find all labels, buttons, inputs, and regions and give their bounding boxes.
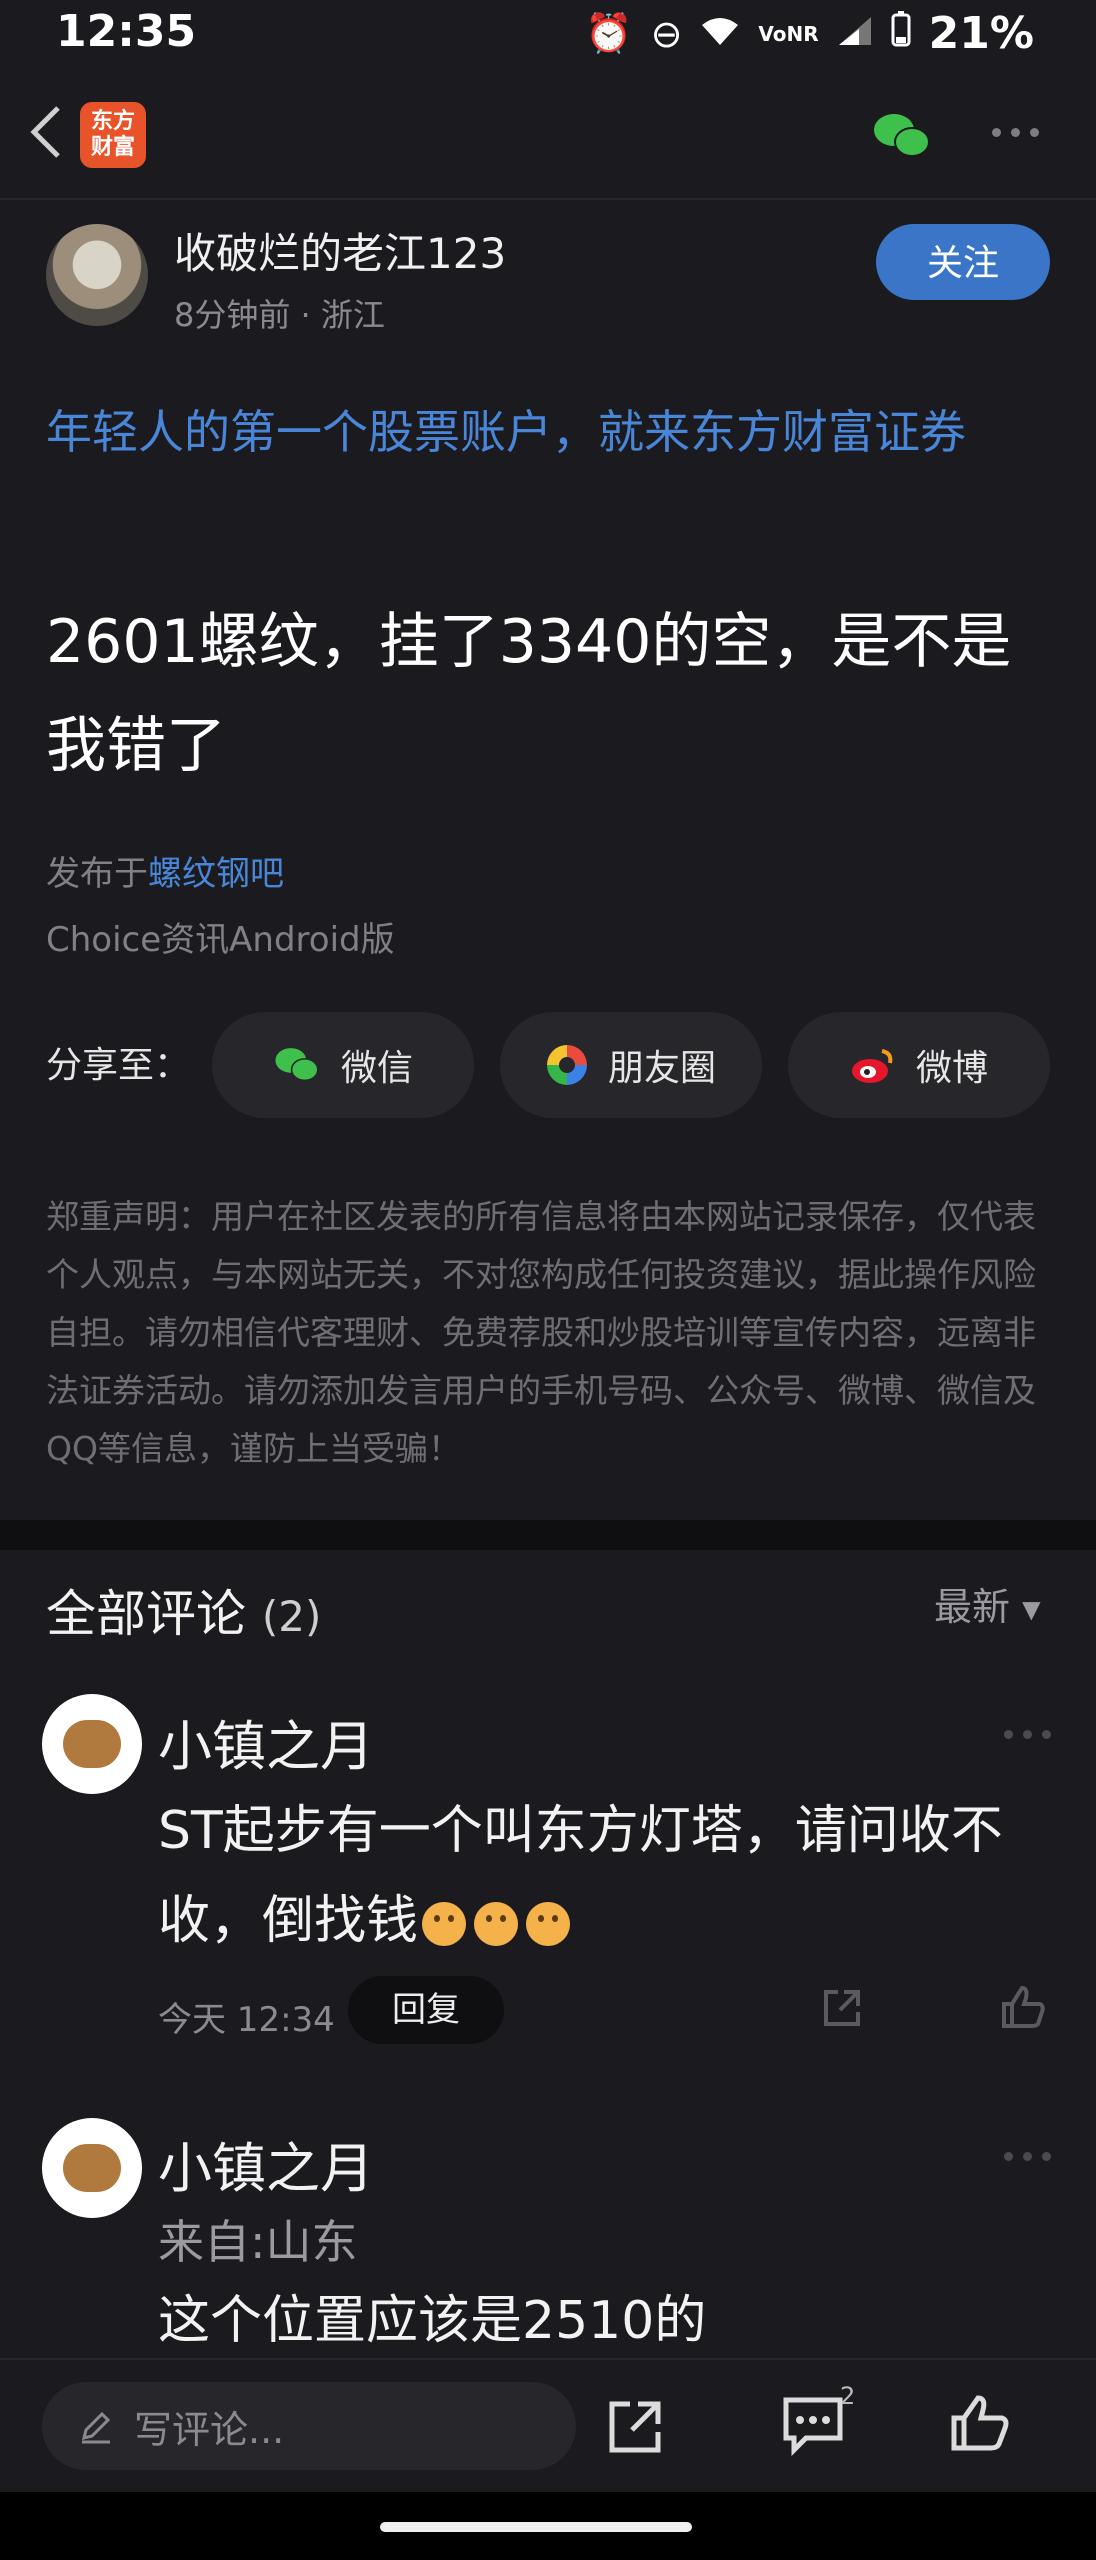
smile-emoji-icon <box>422 1902 467 1946</box>
share-weibo-label: 微博 <box>915 1048 988 1089</box>
weibo-icon <box>851 1049 893 1083</box>
battery-icon <box>891 11 911 56</box>
author-avatar[interactable] <box>46 224 148 326</box>
comments-title-label: 全部评论 <box>46 1585 246 1643</box>
status-bar: 12:35 ⏰ ⊖ VoNR 21% <box>0 0 1096 66</box>
disclaimer-text: 郑重声明：用户在社区发表的所有信息将由本网站记录保存，仅代表个人观点，与本网站无… <box>46 1197 1036 1468</box>
published-in: 发布于螺纹钢吧 <box>46 846 284 895</box>
comments-title: 全部评论 (2) <box>46 1574 321 1646</box>
moments-icon <box>546 1045 587 1085</box>
wifi-icon <box>700 12 740 56</box>
comment-time: 今天 12:34 <box>158 2000 335 2040</box>
wechat-icon <box>275 1048 319 1082</box>
comment-text: ST起步有一个叫东方灯塔，请问收不收，倒找钱 <box>158 1801 1003 1951</box>
share-weibo-button[interactable]: 微博 <box>788 1012 1050 1118</box>
pencil-icon <box>81 2411 111 2444</box>
comment-icon[interactable] <box>780 2394 846 2457</box>
signal-icon <box>837 12 873 56</box>
comment-more-icon[interactable] <box>1004 1730 1051 1739</box>
status-time: 12:35 <box>56 6 197 57</box>
author-meta: 8分钟前 · 浙江 <box>174 296 385 334</box>
share-comment-icon[interactable] <box>820 1986 864 2034</box>
share-wechat-button[interactable]: 微信 <box>212 1012 474 1118</box>
smile-emoji-icon <box>526 1902 571 1946</box>
vonr-label: VoNR <box>758 21 819 46</box>
dnd-icon: ⊖ <box>650 11 683 56</box>
comment-count-badge: 2 <box>840 2382 856 2410</box>
share-moments-button[interactable]: 朋友圈 <box>500 1012 762 1118</box>
ad-link[interactable]: 年轻人的第一个股票账户，就来东方财富证券 <box>46 380 1056 484</box>
app-logo: 东方 财富 <box>80 102 146 168</box>
comment-location: 来自:山东 <box>158 2215 358 2269</box>
smile-emoji-icon <box>474 1902 519 1946</box>
bear-avatar-image <box>63 2144 121 2192</box>
commenter-avatar[interactable] <box>42 2118 142 2218</box>
share-label: 分享至： <box>46 1045 191 1086</box>
more-options-icon[interactable] <box>992 122 1052 142</box>
share-wechat-label: 微信 <box>340 1048 413 1089</box>
alarm-icon: ⏰ <box>585 11 633 55</box>
bottom-action-bar: 写评论... 2 <box>0 2358 1096 2492</box>
commenter-avatar[interactable] <box>42 1694 142 1794</box>
reply-button[interactable]: 回复 <box>348 1976 504 2044</box>
commenter-name[interactable]: 小镇之月 <box>158 1702 374 1781</box>
post-source: Choice资讯Android版 <box>46 920 395 960</box>
home-indicator[interactable] <box>380 2522 692 2532</box>
comment-body: 这个位置应该是2510的 <box>158 2291 707 2351</box>
divider <box>0 198 1096 200</box>
commenter-name[interactable]: 小镇之月 <box>158 2124 374 2203</box>
post-title: 2601螺纹，挂了3340的空，是不是我错了 <box>46 607 1012 781</box>
follow-button[interactable]: 关注 <box>876 224 1050 300</box>
back-icon[interactable] <box>22 102 78 162</box>
wechat-icon[interactable] <box>872 110 932 162</box>
sort-dropdown[interactable]: 最新 ▼ <box>934 1576 1041 1631</box>
battery-percent: 21% <box>928 8 1034 59</box>
board-link[interactable]: 螺纹钢吧 <box>148 854 284 894</box>
like-icon[interactable] <box>948 2392 1010 2454</box>
comments-count: (2) <box>261 1592 322 1641</box>
published-prefix: 发布于 <box>46 854 148 894</box>
comment-body: ST起步有一个叫东方灯塔，请问收不收，倒找钱 <box>158 1786 1096 1966</box>
share-moments-label: 朋友圈 <box>607 1048 716 1089</box>
sort-label: 最新 <box>934 1585 1011 1629</box>
comment-input[interactable]: 写评论... <box>42 2382 576 2470</box>
top-navigation: 东方 财富 <box>0 66 1096 198</box>
comment-input-placeholder: 写评论... <box>134 2407 285 2452</box>
status-icons: ⏰ ⊖ VoNR 21% <box>585 8 1034 59</box>
share-icon[interactable] <box>604 2396 666 2458</box>
author-name[interactable]: 收破烂的老江123 <box>174 220 506 281</box>
section-divider <box>0 1520 1096 1550</box>
comment-more-icon[interactable] <box>1004 2152 1051 2161</box>
like-comment-icon[interactable] <box>1000 1984 1046 2034</box>
bear-avatar-image <box>63 1720 121 1768</box>
caret-down-icon: ▼ <box>1022 1595 1041 1624</box>
